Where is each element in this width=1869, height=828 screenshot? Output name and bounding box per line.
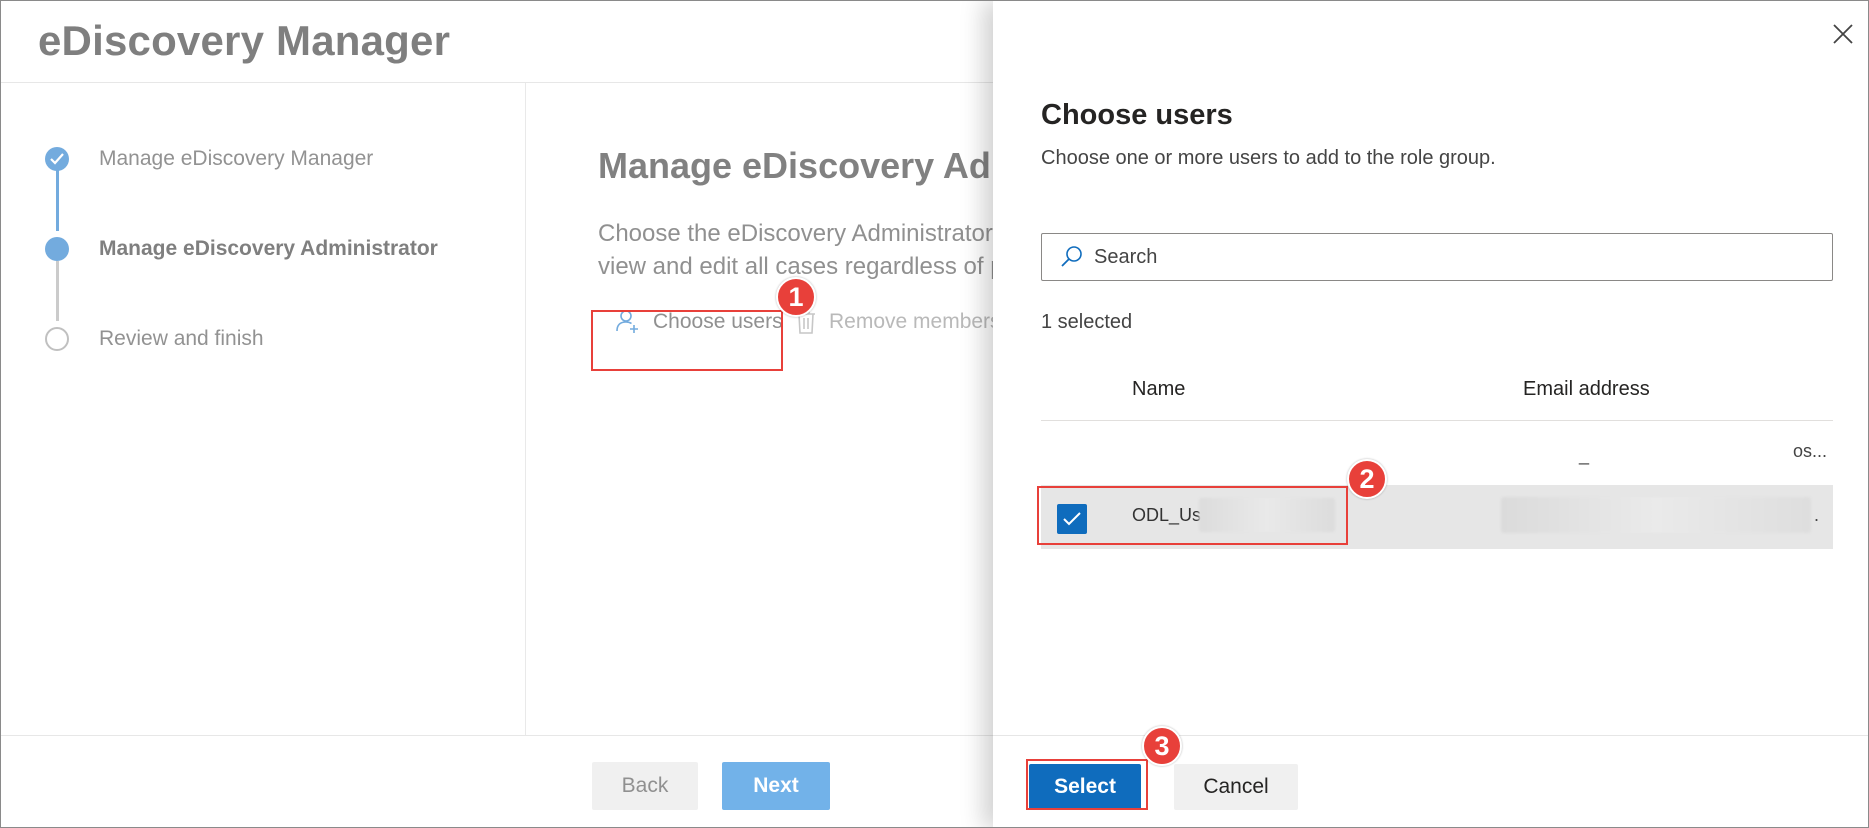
row-checkbox[interactable]	[1057, 504, 1087, 534]
overlay	[1, 1, 993, 827]
panel-description: Choose one or more users to add to the r…	[1041, 147, 1496, 169]
choose-users-panel: Choose users Choose one or more users to…	[993, 1, 1868, 827]
close-icon[interactable]	[1830, 21, 1856, 47]
table-row[interactable]: _ os...	[1041, 421, 1833, 485]
callout-badge-2: 2	[1347, 459, 1387, 499]
email-cell-fragment: os...	[1793, 441, 1828, 461]
panel-title: Choose users	[1041, 99, 1233, 131]
callout-badge-1: 1	[776, 277, 816, 317]
search-icon	[1061, 246, 1082, 267]
table-header: Name Email address	[1041, 363, 1833, 421]
cancel-button[interactable]: Cancel	[1174, 764, 1298, 810]
screenshot-frame: eDiscovery Manager Manage eDiscovery Man…	[0, 0, 1869, 828]
panel-footer: Select Cancel	[993, 735, 1868, 827]
table-row-selected[interactable]: ODL_Use .	[1041, 485, 1833, 549]
redacted-email	[1501, 497, 1811, 533]
email-cell-fragment: _	[1579, 445, 1590, 465]
email-cell-fragment: .	[1814, 505, 1820, 525]
checkmark-icon	[1063, 512, 1081, 526]
redacted-name	[1199, 498, 1335, 532]
select-button[interactable]: Select	[1029, 764, 1141, 810]
column-header-email[interactable]: Email address	[1523, 378, 1650, 401]
callout-badge-3: 3	[1142, 726, 1182, 766]
column-header-name[interactable]: Name	[1132, 378, 1185, 401]
selected-count: 1 selected	[1041, 311, 1133, 333]
search-input[interactable]	[1094, 245, 1794, 269]
search-box[interactable]	[1041, 233, 1833, 281]
